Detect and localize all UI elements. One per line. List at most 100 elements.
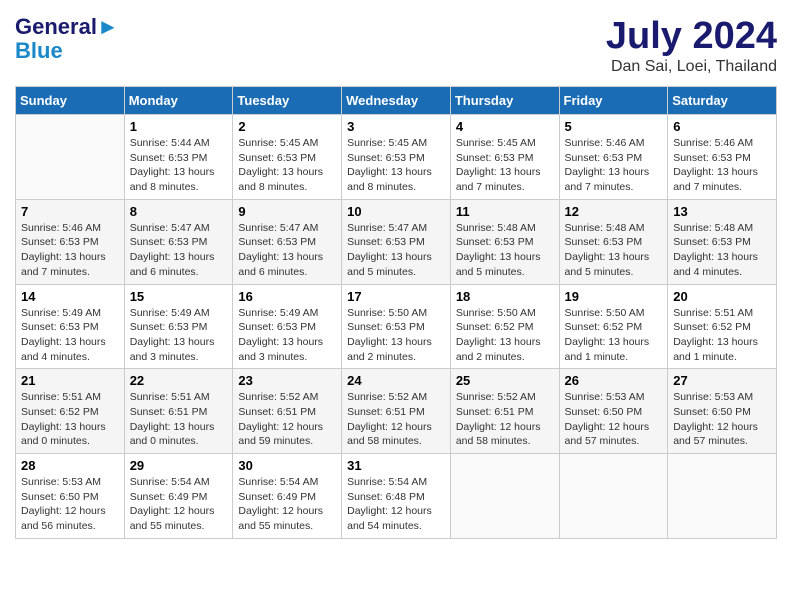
calendar-cell: 1 Sunrise: 5:44 AMSunset: 6:53 PMDaylight… <box>124 115 233 200</box>
calendar-week-row: 1 Sunrise: 5:44 AMSunset: 6:53 PMDaylight… <box>16 115 777 200</box>
weekday-header: Monday <box>124 87 233 115</box>
day-number: 10 <box>347 204 445 219</box>
title-block: July 2024 Dan Sai, Loei, Thailand <box>606 15 777 76</box>
day-number: 28 <box>21 458 119 473</box>
day-info: Sunrise: 5:50 AMSunset: 6:52 PMDaylight:… <box>456 306 554 365</box>
location-subtitle: Dan Sai, Loei, Thailand <box>606 58 777 76</box>
calendar-cell: 12 Sunrise: 5:48 AMSunset: 6:53 PMDayligh… <box>559 199 668 284</box>
weekday-header: Tuesday <box>233 87 342 115</box>
calendar-cell: 8Sunrise: 5:47 AMSunset: 6:53 PMDaylight… <box>124 199 233 284</box>
weekday-header: Saturday <box>668 87 777 115</box>
day-number: 16 <box>238 289 336 304</box>
day-info: Sunrise: 5:53 AMSunset: 6:50 PMDaylight:… <box>565 390 663 449</box>
day-number: 24 <box>347 373 445 388</box>
day-info: Sunrise: 5:49 AMSunset: 6:53 PMDaylight:… <box>21 306 119 365</box>
day-info: Sunrise: 5:49 AMSunset: 6:53 PMDaylight:… <box>238 306 336 365</box>
day-info: Sunrise: 5:45 AMSunset: 6:53 PMDaylight:… <box>238 136 336 195</box>
day-info: Sunrise: 5:46 AMSunset: 6:53 PMDaylight:… <box>673 136 771 195</box>
day-info: Sunrise: 5:48 AMSunset: 6:53 PMDaylight:… <box>565 221 663 280</box>
day-number: 12 <box>565 204 663 219</box>
day-number: 4 <box>456 119 554 134</box>
day-info: Sunrise: 5:45 AMSunset: 6:53 PMDaylight:… <box>456 136 554 195</box>
day-number: 27 <box>673 373 771 388</box>
calendar-cell <box>450 454 559 539</box>
day-info: Sunrise: 5:54 AMSunset: 6:49 PMDaylight:… <box>130 475 228 534</box>
day-info: Sunrise: 5:50 AMSunset: 6:53 PMDaylight:… <box>347 306 445 365</box>
calendar-table: SundayMondayTuesdayWednesdayThursdayFrid… <box>15 86 777 539</box>
calendar-cell: 5 Sunrise: 5:46 AMSunset: 6:53 PMDaylight… <box>559 115 668 200</box>
calendar-cell: 31 Sunrise: 5:54 AMSunset: 6:48 PMDayligh… <box>342 454 451 539</box>
day-number: 7 <box>21 204 119 219</box>
calendar-cell: 26 Sunrise: 5:53 AMSunset: 6:50 PMDayligh… <box>559 369 668 454</box>
day-info: Sunrise: 5:47 AMSunset: 6:53 PMDaylight:… <box>130 221 228 280</box>
calendar-cell: 9Sunrise: 5:47 AMSunset: 6:53 PMDaylight… <box>233 199 342 284</box>
day-number: 26 <box>565 373 663 388</box>
calendar-cell: 18 Sunrise: 5:50 AMSunset: 6:52 PMDayligh… <box>450 284 559 369</box>
calendar-cell: 30Sunrise: 5:54 AMSunset: 6:49 PMDayligh… <box>233 454 342 539</box>
day-info: Sunrise: 5:46 AMSunset: 6:53 PMDaylight:… <box>565 136 663 195</box>
day-number: 6 <box>673 119 771 134</box>
day-number: 17 <box>347 289 445 304</box>
day-info: Sunrise: 5:46 AMSunset: 6:53 PMDaylight:… <box>21 221 119 280</box>
day-info: Sunrise: 5:48 AMSunset: 6:53 PMDaylight:… <box>456 221 554 280</box>
calendar-cell: 29 Sunrise: 5:54 AMSunset: 6:49 PMDayligh… <box>124 454 233 539</box>
day-info: Sunrise: 5:49 AMSunset: 6:53 PMDaylight:… <box>130 306 228 365</box>
day-number: 14 <box>21 289 119 304</box>
logo-text: General► <box>15 15 119 39</box>
logo: General► Blue <box>15 15 119 63</box>
calendar-cell: 20 Sunrise: 5:51 AMSunset: 6:52 PMDayligh… <box>668 284 777 369</box>
calendar-cell: 16 Sunrise: 5:49 AMSunset: 6:53 PMDayligh… <box>233 284 342 369</box>
day-info: Sunrise: 5:52 AMSunset: 6:51 PMDaylight:… <box>238 390 336 449</box>
day-info: Sunrise: 5:44 AMSunset: 6:53 PMDaylight:… <box>130 136 228 195</box>
day-info: Sunrise: 5:48 AMSunset: 6:53 PMDaylight:… <box>673 221 771 280</box>
calendar-cell: 4 Sunrise: 5:45 AMSunset: 6:53 PMDaylight… <box>450 115 559 200</box>
calendar-week-row: 28 Sunrise: 5:53 AMSunset: 6:50 PMDayligh… <box>16 454 777 539</box>
day-number: 23 <box>238 373 336 388</box>
calendar-cell: 13 Sunrise: 5:48 AMSunset: 6:53 PMDayligh… <box>668 199 777 284</box>
calendar-cell: 14 Sunrise: 5:49 AMSunset: 6:53 PMDayligh… <box>16 284 125 369</box>
day-number: 22 <box>130 373 228 388</box>
day-number: 5 <box>565 119 663 134</box>
day-info: Sunrise: 5:50 AMSunset: 6:52 PMDaylight:… <box>565 306 663 365</box>
day-number: 21 <box>21 373 119 388</box>
day-info: Sunrise: 5:51 AMSunset: 6:51 PMDaylight:… <box>130 390 228 449</box>
calendar-cell: 11Sunrise: 5:48 AMSunset: 6:53 PMDayligh… <box>450 199 559 284</box>
calendar-cell <box>559 454 668 539</box>
day-number: 29 <box>130 458 228 473</box>
day-info: Sunrise: 5:53 AMSunset: 6:50 PMDaylight:… <box>21 475 119 534</box>
day-number: 2 <box>238 119 336 134</box>
calendar-cell: 27 Sunrise: 5:53 AMSunset: 6:50 PMDayligh… <box>668 369 777 454</box>
day-info: Sunrise: 5:51 AMSunset: 6:52 PMDaylight:… <box>21 390 119 449</box>
day-info: Sunrise: 5:53 AMSunset: 6:50 PMDaylight:… <box>673 390 771 449</box>
calendar-cell: 17 Sunrise: 5:50 AMSunset: 6:53 PMDayligh… <box>342 284 451 369</box>
weekday-header: Friday <box>559 87 668 115</box>
weekday-header-row: SundayMondayTuesdayWednesdayThursdayFrid… <box>16 87 777 115</box>
calendar-cell: 23 Sunrise: 5:52 AMSunset: 6:51 PMDayligh… <box>233 369 342 454</box>
day-info: Sunrise: 5:47 AMSunset: 6:53 PMDaylight:… <box>238 221 336 280</box>
day-number: 13 <box>673 204 771 219</box>
day-number: 1 <box>130 119 228 134</box>
day-number: 20 <box>673 289 771 304</box>
calendar-cell: 15Sunrise: 5:49 AMSunset: 6:53 PMDayligh… <box>124 284 233 369</box>
day-number: 18 <box>456 289 554 304</box>
day-info: Sunrise: 5:54 AMSunset: 6:49 PMDaylight:… <box>238 475 336 534</box>
calendar-week-row: 7 Sunrise: 5:46 AMSunset: 6:53 PMDaylight… <box>16 199 777 284</box>
calendar-cell: 22 Sunrise: 5:51 AMSunset: 6:51 PMDayligh… <box>124 369 233 454</box>
day-number: 3 <box>347 119 445 134</box>
calendar-week-row: 14 Sunrise: 5:49 AMSunset: 6:53 PMDayligh… <box>16 284 777 369</box>
calendar-cell: 10Sunrise: 5:47 AMSunset: 6:53 PMDayligh… <box>342 199 451 284</box>
day-info: Sunrise: 5:45 AMSunset: 6:53 PMDaylight:… <box>347 136 445 195</box>
calendar-cell: 25Sunrise: 5:52 AMSunset: 6:51 PMDayligh… <box>450 369 559 454</box>
weekday-header: Wednesday <box>342 87 451 115</box>
calendar-cell: 6 Sunrise: 5:46 AMSunset: 6:53 PMDaylight… <box>668 115 777 200</box>
weekday-header: Sunday <box>16 87 125 115</box>
day-number: 31 <box>347 458 445 473</box>
day-info: Sunrise: 5:51 AMSunset: 6:52 PMDaylight:… <box>673 306 771 365</box>
day-info: Sunrise: 5:54 AMSunset: 6:48 PMDaylight:… <box>347 475 445 534</box>
calendar-cell: 21 Sunrise: 5:51 AMSunset: 6:52 PMDayligh… <box>16 369 125 454</box>
day-info: Sunrise: 5:52 AMSunset: 6:51 PMDaylight:… <box>456 390 554 449</box>
calendar-cell: 19Sunrise: 5:50 AMSunset: 6:52 PMDayligh… <box>559 284 668 369</box>
calendar-cell: 7 Sunrise: 5:46 AMSunset: 6:53 PMDaylight… <box>16 199 125 284</box>
weekday-header: Thursday <box>450 87 559 115</box>
day-info: Sunrise: 5:52 AMSunset: 6:51 PMDaylight:… <box>347 390 445 449</box>
